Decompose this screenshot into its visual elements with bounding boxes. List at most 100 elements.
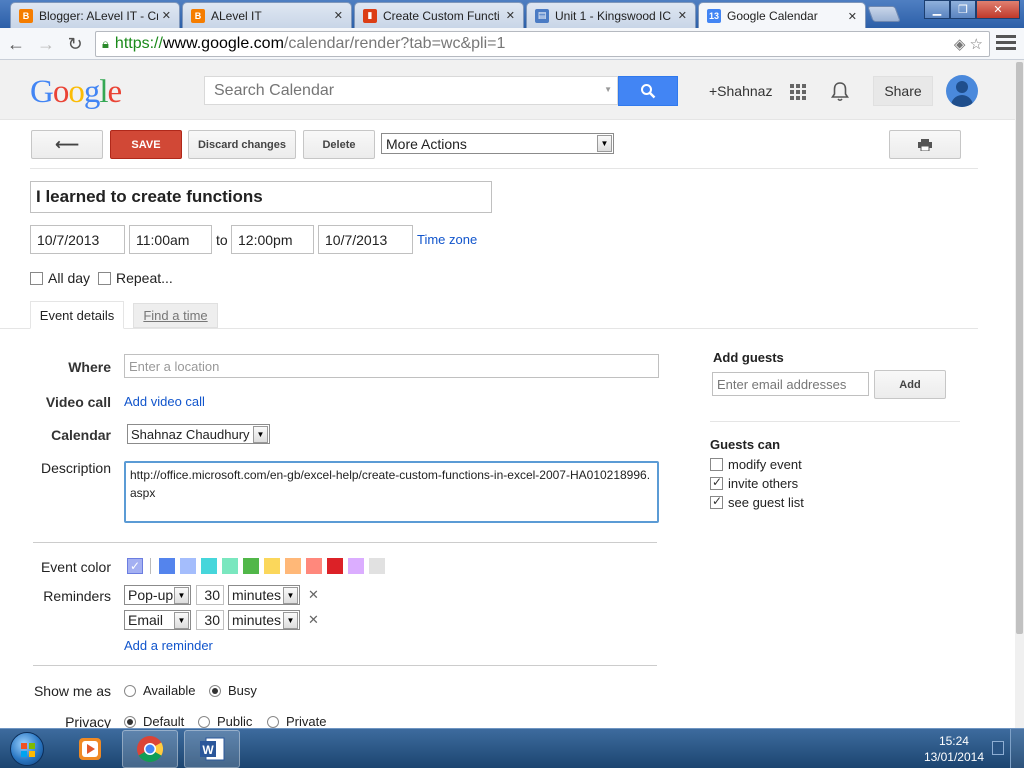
color-swatch[interactable] [369, 558, 385, 574]
add-guest-button[interactable]: Add [874, 370, 946, 399]
end-time-field[interactable]: 12:00pm [231, 225, 314, 254]
search-calendar-field[interactable]: ▼ [204, 76, 618, 105]
color-swatch[interactable] [180, 558, 196, 574]
all-day-option[interactable]: All day [30, 270, 90, 286]
close-icon[interactable]: ✕ [848, 10, 857, 23]
notifications-bell-icon[interactable] [830, 81, 850, 103]
color-swatch[interactable] [306, 558, 322, 574]
start-date-field[interactable]: 10/7/2013 [30, 225, 125, 254]
show-desktop-button[interactable] [1010, 729, 1024, 768]
back-to-calendar-button[interactable]: ⟵ [31, 130, 103, 159]
all-day-checkbox[interactable] [30, 271, 43, 285]
taskbar-chrome[interactable] [122, 730, 178, 768]
apps-grid-icon[interactable] [790, 84, 806, 100]
calendar-select[interactable]: Shahnaz Chaudhury ▼ [127, 424, 270, 444]
tab-blogger-alevel[interactable]: B Blogger: ALevel IT - Cr ✕ [10, 2, 180, 28]
privacy-default-option[interactable]: Default [124, 714, 184, 729]
discard-changes-button[interactable]: Discard changes [188, 130, 296, 159]
reload-icon[interactable]: ↻ [63, 33, 87, 55]
share-button[interactable]: Share [873, 76, 933, 106]
busy-radio[interactable] [209, 684, 221, 697]
print-button[interactable] [889, 130, 961, 159]
see-guest-list-checkbox[interactable] [710, 494, 723, 509]
color-swatch[interactable] [222, 558, 238, 574]
color-swatch[interactable] [348, 558, 364, 574]
invite-others-checkbox[interactable] [710, 475, 723, 490]
reminder-type-select[interactable]: Pop-up ▼ [124, 585, 191, 605]
reminder-type-select[interactable]: Email ▼ [124, 610, 191, 630]
busy-option[interactable]: Busy [209, 683, 257, 698]
repeat-checkbox[interactable] [98, 271, 111, 285]
close-icon[interactable]: ✕ [162, 9, 171, 22]
guest-option-see-list[interactable]: see guest list [710, 494, 804, 510]
color-swatch[interactable] [201, 558, 217, 574]
privacy-private-option[interactable]: Private [267, 714, 326, 729]
taskbar-media-player[interactable] [62, 730, 118, 768]
time-zone-link[interactable]: Time zone [417, 232, 477, 247]
save-button[interactable]: SAVE [110, 130, 182, 159]
close-icon[interactable]: ✕ [678, 9, 687, 22]
repeat-option[interactable]: Repeat... [98, 270, 173, 286]
description-textarea[interactable]: http://office.microsoft.com/en-gb/excel-… [124, 461, 659, 523]
scrollbar-thumb[interactable] [1016, 62, 1023, 634]
available-radio[interactable] [124, 684, 136, 697]
available-option[interactable]: Available [124, 683, 196, 698]
chevron-down-icon[interactable]: ▼ [604, 85, 612, 94]
color-swatch[interactable] [264, 558, 280, 574]
google-logo[interactable]: Google [30, 74, 122, 111]
start-time-field[interactable]: 11:00am [129, 225, 212, 254]
bookmark-star-icon[interactable]: ◈ ☆ [954, 35, 983, 53]
reminder-unit-select[interactable]: minutes ▼ [228, 585, 300, 605]
tab-create-custom-functions[interactable]: ▮ Create Custom Functi ✕ [354, 2, 524, 28]
start-button[interactable] [2, 730, 52, 768]
forward-icon[interactable]: → [34, 33, 58, 55]
tab-event-details[interactable]: Event details [30, 301, 124, 329]
new-tab-button[interactable] [867, 6, 901, 22]
add-reminder-link[interactable]: Add a reminder [124, 638, 213, 653]
search-input[interactable] [214, 81, 594, 100]
public-radio[interactable] [198, 715, 210, 728]
close-icon[interactable]: ✕ [506, 9, 515, 22]
reminder-unit-select[interactable]: minutes ▼ [228, 610, 300, 630]
guest-option-invite[interactable]: invite others [710, 475, 798, 491]
color-swatch[interactable] [243, 558, 259, 574]
browser-menu-icon[interactable] [996, 35, 1016, 53]
guest-email-input[interactable]: Enter email addresses [712, 372, 869, 396]
reminder-amount-input[interactable]: 30 [196, 585, 224, 605]
color-swatch-selected[interactable]: ✓ [127, 558, 143, 574]
delete-button[interactable]: Delete [303, 130, 375, 159]
tab-unit1-kingswood[interactable]: ▤ Unit 1 - Kingswood IC ✕ [526, 2, 696, 28]
more-actions-select[interactable]: More Actions ▼ [381, 133, 614, 154]
minimize-icon[interactable]: ▁ [924, 0, 950, 19]
default-radio[interactable] [124, 715, 136, 728]
remove-reminder-icon[interactable]: ✕ [308, 612, 319, 628]
tab-google-calendar[interactable]: 13 Google Calendar ✕ [698, 2, 866, 29]
private-radio[interactable] [267, 715, 279, 728]
color-swatch[interactable] [327, 558, 343, 574]
search-button[interactable] [618, 76, 678, 106]
guest-option-modify[interactable]: modify event [710, 457, 802, 472]
back-icon[interactable]: ← [4, 33, 28, 55]
end-date-field[interactable]: 10/7/2013 [318, 225, 413, 254]
add-video-call-link[interactable]: Add video call [124, 394, 205, 409]
color-swatch[interactable] [285, 558, 301, 574]
page-scrollbar[interactable] [1015, 60, 1024, 728]
tab-find-a-time[interactable]: Find a time [133, 303, 218, 328]
address-bar[interactable]: 🔒︎ https://www.google.com/calendar/rende… [95, 31, 990, 57]
remove-reminder-icon[interactable]: ✕ [308, 587, 319, 603]
modify-event-checkbox[interactable] [710, 458, 723, 471]
close-icon[interactable]: ✕ [334, 9, 343, 22]
location-input[interactable]: Enter a location [124, 354, 659, 378]
taskbar-word[interactable]: W [184, 730, 240, 768]
close-window-icon[interactable]: ✕ [976, 0, 1020, 19]
tab-alevel-it[interactable]: B ALevel IT ✕ [182, 2, 352, 28]
avatar[interactable] [946, 75, 978, 107]
restore-icon[interactable]: ❐ [950, 0, 976, 19]
reminder-amount-input[interactable]: 30 [196, 610, 224, 630]
system-clock[interactable]: 15:24 13/01/2014 [924, 733, 984, 765]
privacy-public-option[interactable]: Public [198, 714, 252, 729]
user-profile-link[interactable]: +Shahnaz [709, 83, 772, 99]
color-swatch[interactable] [159, 558, 175, 574]
event-title-input[interactable]: I learned to create functions [30, 181, 492, 213]
tray-overflow-icon[interactable] [992, 741, 1004, 755]
